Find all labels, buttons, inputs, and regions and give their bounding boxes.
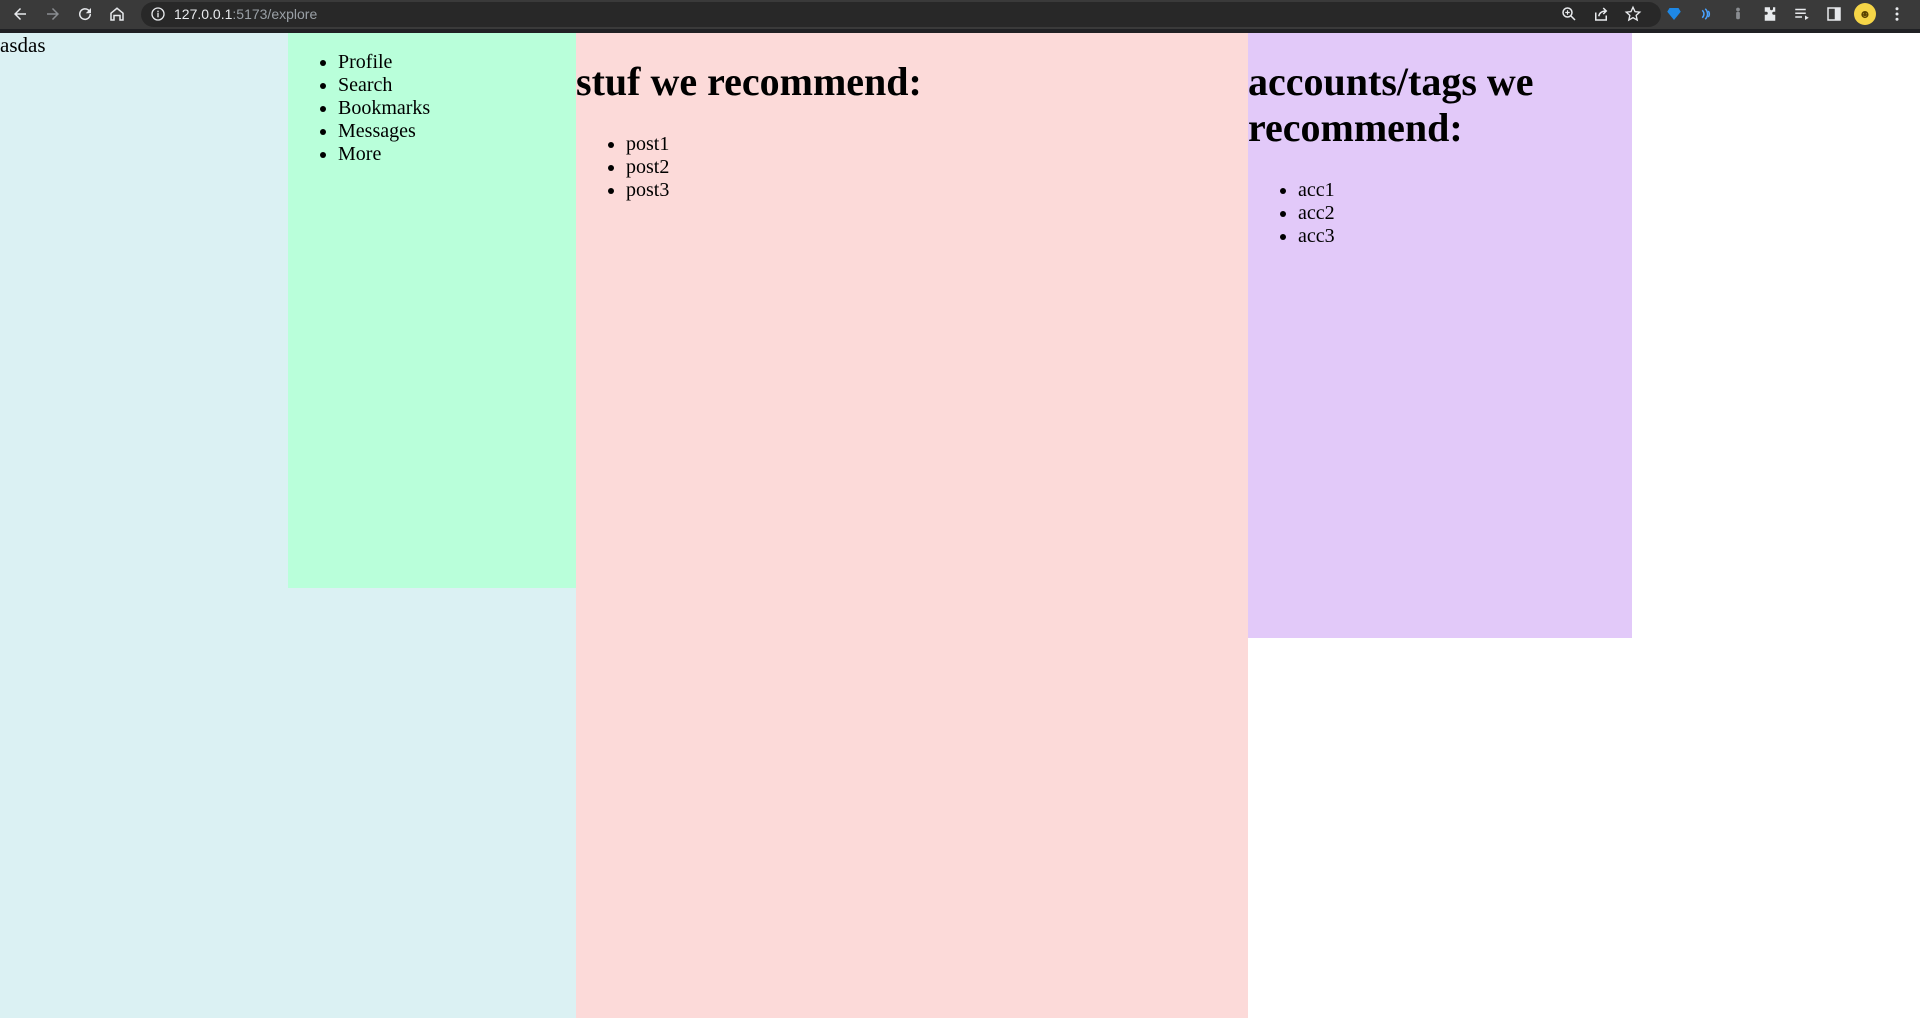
account-item[interactable]: acc3: [1298, 225, 1632, 248]
puzzle-icon[interactable]: [1759, 3, 1781, 25]
share-icon[interactable]: [1590, 3, 1612, 25]
post-item[interactable]: post1: [626, 133, 1248, 156]
extension-diamond-icon[interactable]: [1663, 3, 1685, 25]
star-icon[interactable]: [1622, 3, 1644, 25]
home-icon[interactable]: [106, 3, 128, 25]
nav-item-profile[interactable]: Profile: [338, 51, 576, 74]
account-item[interactable]: acc2: [1298, 202, 1632, 225]
back-arrow-icon[interactable]: [9, 3, 31, 25]
kebab-menu-icon[interactable]: [1886, 3, 1908, 25]
brand-text: asdas: [0, 33, 46, 57]
post-item[interactable]: post3: [626, 179, 1248, 202]
reload-icon[interactable]: [74, 3, 96, 25]
feed-column: stuf we recommend: post1 post2 post3: [576, 33, 1248, 1018]
url-text[interactable]: 127.0.0.1:5173/explore: [174, 6, 317, 22]
zoom-icon[interactable]: [1558, 3, 1580, 25]
nav-item-bookmarks[interactable]: Bookmarks: [338, 97, 576, 120]
feed-heading: stuf we recommend:: [576, 59, 922, 104]
nav-item-more[interactable]: More: [338, 143, 576, 166]
url-path: :5173/explore: [232, 6, 318, 22]
url-host: 127.0.0.1: [174, 6, 233, 22]
account-item[interactable]: acc1: [1298, 179, 1632, 202]
side-panel-icon[interactable]: [1823, 3, 1845, 25]
forward-arrow-icon[interactable]: [42, 3, 64, 25]
nav-item-search[interactable]: Search: [338, 74, 576, 97]
browser-toolbar: 127.0.0.1:5173/explore ☻: [0, 0, 1920, 33]
page-viewport: asdas Profile Search Bookmarks Messages …: [0, 33, 1920, 1018]
recommendations-heading: accounts/tags we recommend:: [1248, 59, 1534, 150]
profile-avatar-icon[interactable]: ☻: [1854, 3, 1876, 25]
address-bar[interactable]: 127.0.0.1:5173/explore: [141, 2, 1661, 27]
reading-list-icon[interactable]: [1791, 3, 1813, 25]
nav-item-messages[interactable]: Messages: [338, 120, 576, 143]
account-list: acc1 acc2 acc3: [1248, 179, 1632, 248]
info-icon[interactable]: [150, 6, 166, 22]
nav-sidebar: Profile Search Bookmarks Messages More: [288, 33, 576, 588]
post-item[interactable]: post2: [626, 156, 1248, 179]
recommendations-column: accounts/tags we recommend: acc1 acc2 ac…: [1248, 33, 1632, 638]
nav-list: Profile Search Bookmarks Messages More: [288, 51, 576, 166]
post-list: post1 post2 post3: [576, 133, 1248, 202]
extension-wave-icon[interactable]: [1695, 3, 1717, 25]
extension-figure-icon[interactable]: [1727, 3, 1749, 25]
